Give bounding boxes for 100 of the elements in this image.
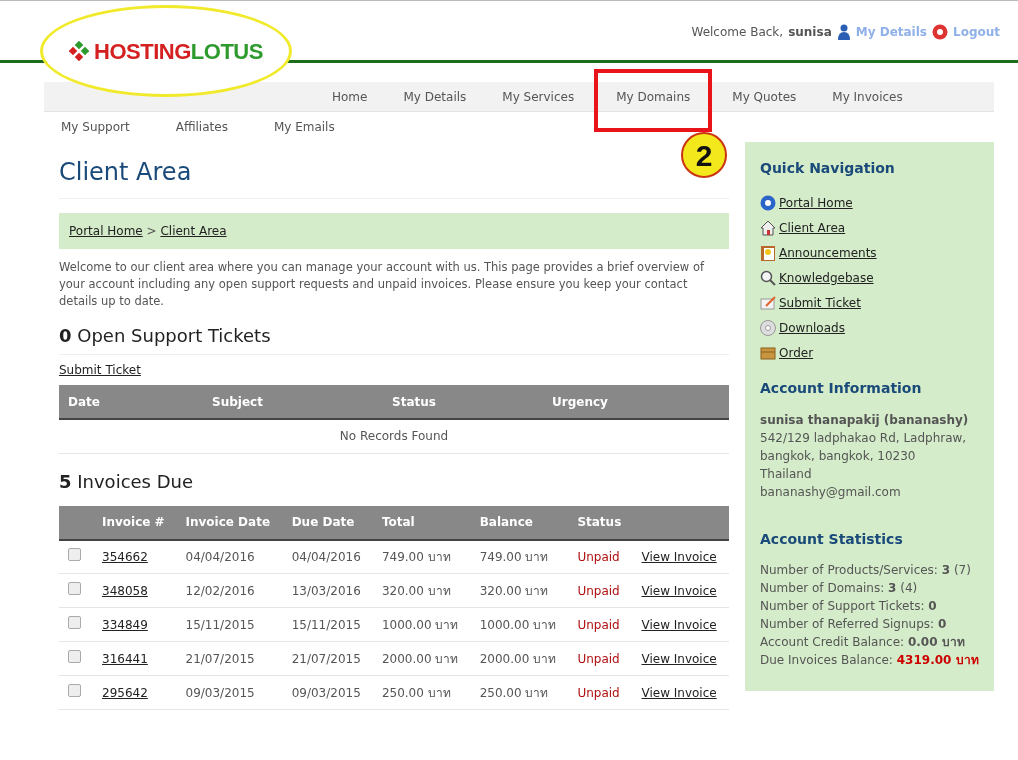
breadcrumb-link[interactable]: Client Area xyxy=(160,224,227,238)
column-header: Subject xyxy=(203,385,383,419)
invoice-number-link[interactable]: 295642 xyxy=(102,685,148,700)
quick-nav-link[interactable]: Order xyxy=(779,344,814,363)
quick-nav-link[interactable]: Portal Home xyxy=(779,194,853,213)
table-cell: 250.00 บาท xyxy=(479,685,549,700)
status-text: Unpaid xyxy=(577,685,620,700)
section-heading: 5 Invoices Due xyxy=(59,469,195,494)
nav-link-item[interactable]: Affiliates xyxy=(152,112,251,142)
row-checkbox[interactable] xyxy=(68,547,81,561)
table-cell: 21/07/2015 xyxy=(291,651,361,666)
column-header: Urgency xyxy=(543,385,729,419)
table-cell: 749.00 บาท xyxy=(479,549,549,564)
row-checkbox[interactable] xyxy=(68,649,81,663)
welcome-text: Welcome Back, xyxy=(691,24,784,41)
quick-nav-link[interactable]: Downloads xyxy=(779,319,845,338)
column-header: Invoice # xyxy=(93,505,177,540)
table-cell: 2000.00 บาท xyxy=(479,651,557,666)
column-header: Date xyxy=(59,385,203,419)
nav-link-item[interactable]: Home xyxy=(314,82,386,111)
empty-table-message: No Records Found xyxy=(339,429,449,444)
table-cell: 15/11/2015 xyxy=(185,617,255,632)
house-icon xyxy=(760,220,776,237)
status-text: Unpaid xyxy=(577,617,620,632)
sidebar-heading: Quick Navigation xyxy=(760,160,896,177)
statistic-line: Due Invoices Balance: 4319.00 บาท xyxy=(760,652,979,670)
invoice-number-link[interactable]: 334849 xyxy=(102,617,148,632)
status-text: Unpaid xyxy=(577,651,620,666)
table-cell: 1000.00 บาท xyxy=(381,617,459,632)
quick-nav-link[interactable]: Knowledgebase xyxy=(779,269,874,288)
submit-ticket-link[interactable]: Submit Ticket xyxy=(59,363,141,377)
table-cell: 2000.00 บาท xyxy=(381,651,459,666)
status-text: Unpaid xyxy=(577,583,620,598)
statistic-line: Number of Referred Signups: 0 xyxy=(760,616,948,634)
breadcrumb-link[interactable]: Portal Home xyxy=(69,224,143,238)
username: sunisa xyxy=(788,24,832,41)
column-header: Balance xyxy=(470,505,569,540)
breadcrumb-separator: > xyxy=(145,224,158,238)
column-header: Total xyxy=(372,505,471,540)
view-invoice-link[interactable]: View Invoice xyxy=(641,685,717,700)
statistic-line: Account Credit Balance: 0.00 บาท xyxy=(760,634,966,652)
table-cell: 04/04/2016 xyxy=(291,549,361,564)
view-invoice-link[interactable]: View Invoice xyxy=(641,617,717,632)
nav-link-item[interactable]: My Emails xyxy=(250,112,358,142)
column-header: Status xyxy=(568,505,633,540)
table-cell: 749.00 บาท xyxy=(381,549,451,564)
row-checkbox[interactable] xyxy=(68,683,81,697)
sidebar-heading: Account Statistics xyxy=(760,530,904,548)
table-cell: 13/03/2016 xyxy=(291,583,361,598)
quick-nav-link[interactable]: Announcements xyxy=(779,244,877,263)
row-checkbox[interactable] xyxy=(68,581,81,595)
step-number-badge: 2 xyxy=(681,132,727,178)
nav-link-item[interactable]: My Details xyxy=(385,82,485,111)
table-cell: 250.00 บาท xyxy=(381,685,451,700)
magnifier-icon xyxy=(760,270,776,287)
address-line: bananashy@gmail.com xyxy=(760,483,902,501)
view-invoice-link[interactable]: View Invoice xyxy=(641,651,717,666)
table-cell: 1000.00 บาท xyxy=(479,617,557,632)
view-invoice-link[interactable]: View Invoice xyxy=(641,549,717,564)
logout-icon xyxy=(932,24,948,40)
statistic-line: Number of Products/Services: 3 (7) xyxy=(760,562,972,580)
table-cell: 320.00 บาท xyxy=(381,583,451,598)
address-line: bangkok, bangkok, 10230 xyxy=(760,447,917,465)
column-header: Status xyxy=(383,385,543,419)
disc-icon xyxy=(760,320,776,337)
table-cell: 320.00 บาท xyxy=(479,583,549,598)
box-icon xyxy=(760,345,776,362)
table-cell: 12/02/2016 xyxy=(185,583,255,598)
person-icon xyxy=(836,24,851,40)
section-heading: 0 Open Support Tickets xyxy=(59,322,729,355)
table-cell: 21/07/2015 xyxy=(185,651,255,666)
nav-link-item[interactable]: My Services xyxy=(484,82,593,111)
nav-link-item[interactable]: My Support xyxy=(44,112,153,142)
sidebar-heading: Account Information xyxy=(760,379,923,397)
nav-link-item[interactable]: My Quotes xyxy=(714,82,815,111)
quick-nav-link[interactable]: Submit Ticket xyxy=(779,294,861,313)
table-cell: 09/03/2015 xyxy=(291,685,361,700)
nav-link-item[interactable]: My Invoices xyxy=(814,82,921,111)
row-checkbox[interactable] xyxy=(68,615,81,629)
envelope-pencil-icon xyxy=(760,295,776,312)
table-cell: 09/03/2015 xyxy=(185,685,255,700)
intro-paragraph: Welcome to our client area where you can manage your account with us. This page provides a brief overview of your account including any open support requests and unpaid invoices. Please ensure you keep your contact details up to date. xyxy=(59,259,706,310)
table-cell: 04/04/2016 xyxy=(185,549,255,564)
account-name: sunisa thanapakij (bananashy) xyxy=(760,411,970,429)
table-cell: 15/11/2015 xyxy=(291,617,361,632)
column-header: Invoice Date xyxy=(176,505,283,540)
status-text: Unpaid xyxy=(577,549,620,564)
quick-nav-link[interactable]: Client Area xyxy=(779,219,846,238)
page-title: Client Area xyxy=(59,157,192,188)
diamond-logo-icon xyxy=(69,41,90,61)
address-line: Thailand xyxy=(760,465,813,483)
statistic-line: Number of Domains: 3 (4) xyxy=(760,580,919,598)
invoice-number-link[interactable]: 316441 xyxy=(102,651,148,666)
address-line: 542/129 ladphakao Rd, Ladphraw, xyxy=(760,429,968,447)
view-invoice-link[interactable]: View Invoice xyxy=(641,583,717,598)
clipboard-icon xyxy=(760,245,776,262)
column-header: Due Date xyxy=(282,505,373,540)
invoice-number-link[interactable]: 348058 xyxy=(102,583,148,598)
logo[interactable]: HOSTINGLOTUS xyxy=(40,5,292,97)
invoice-number-link[interactable]: 354662 xyxy=(102,549,148,564)
